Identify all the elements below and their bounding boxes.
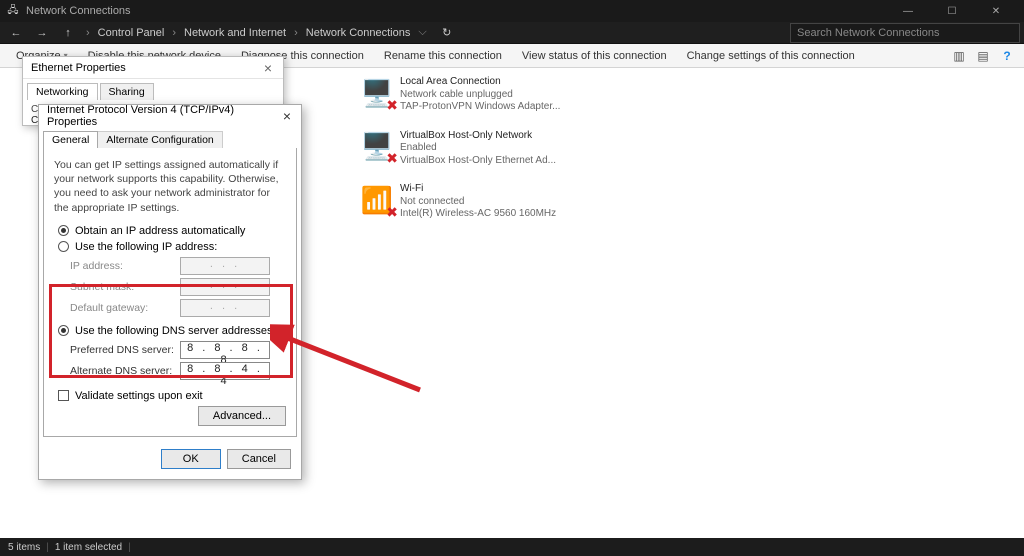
- cmd-view-status[interactable]: View status of this connection: [512, 44, 677, 68]
- label-default-gateway: Default gateway:: [70, 302, 180, 314]
- breadcrumb-control-panel[interactable]: Control Panel: [96, 27, 167, 39]
- status-selection: 1 item selected: [55, 542, 122, 553]
- connection-item[interactable]: 📶✖ Wi-Fi Not connected Intel(R) Wireless…: [360, 183, 520, 221]
- breadcrumb-network-internet[interactable]: Network and Internet: [182, 27, 288, 39]
- input-ip-address: . . .: [180, 257, 270, 275]
- maximize-button[interactable]: ☐: [930, 0, 974, 22]
- label-validate: Validate settings upon exit: [75, 390, 203, 402]
- nav-row: ← → ↑ › Control Panel › Network and Inte…: [0, 22, 1024, 44]
- ok-button[interactable]: OK: [161, 449, 221, 469]
- input-preferred-dns[interactable]: 8 . 8 . 8 . 8: [180, 341, 270, 359]
- status-badge-icon: ✖: [386, 204, 398, 222]
- minimize-button[interactable]: —: [886, 0, 930, 22]
- label-obtain-ip-auto: Obtain an IP address automatically: [75, 225, 245, 237]
- tab-general[interactable]: General: [43, 131, 98, 148]
- nav-forward-icon[interactable]: →: [30, 27, 54, 39]
- view-list-icon[interactable]: ▤: [972, 45, 994, 67]
- wifi-icon: 📶✖: [360, 183, 394, 217]
- advanced-button[interactable]: Advanced...: [198, 406, 286, 426]
- close-button[interactable]: ✕: [974, 0, 1018, 22]
- window-controls: — ☐ ✕: [886, 0, 1018, 22]
- breadcrumb-sep: ›: [82, 27, 94, 39]
- radio-obtain-ip-auto[interactable]: [58, 225, 69, 236]
- label-preferred-dns: Preferred DNS server:: [70, 344, 180, 356]
- search-input[interactable]: Search Network Connections: [790, 23, 1020, 43]
- address-chevron-icon[interactable]: ⌵: [414, 26, 430, 39]
- dialog-description: You can get IP settings assigned automat…: [54, 158, 286, 215]
- status-badge-icon: ✖: [386, 97, 398, 115]
- help-icon[interactable]: ?: [996, 45, 1018, 67]
- status-bar: 5 items | 1 item selected |: [0, 538, 1024, 556]
- breadcrumb-network-connections[interactable]: Network Connections: [304, 27, 413, 39]
- radio-use-following-dns[interactable]: [58, 325, 69, 336]
- connection-item[interactable]: 🖥️✖ Local Area Connection Network cable …: [360, 76, 520, 114]
- connection-icon: 🖥️✖: [360, 130, 394, 164]
- connection-item[interactable]: 🖥️✖ VirtualBox Host-Only Network Enabled…: [360, 130, 520, 168]
- input-default-gateway: . . .: [180, 299, 270, 317]
- dialog-title: Ethernet Properties: [31, 62, 126, 74]
- connection-status: Network cable unplugged: [400, 89, 560, 102]
- cmd-rename[interactable]: Rename this connection: [374, 44, 512, 68]
- dialog-title: Internet Protocol Version 4 (TCP/IPv4) P…: [47, 104, 273, 128]
- tab-sharing[interactable]: Sharing: [100, 83, 154, 100]
- label-ip-address: IP address:: [70, 260, 180, 272]
- nav-back-icon[interactable]: ←: [4, 27, 28, 39]
- breadcrumb-sep: ›: [290, 27, 302, 39]
- nav-up-icon[interactable]: ↑: [56, 27, 80, 39]
- label-alternate-dns: Alternate DNS server:: [70, 365, 180, 377]
- connection-status: Enabled: [400, 142, 556, 155]
- view-layout-icon[interactable]: ▥: [948, 45, 970, 67]
- network-connections-window: 🖧 Network Connections — ☐ ✕ ← → ↑ › Cont…: [0, 0, 1024, 556]
- ipv4-properties-dialog: Internet Protocol Version 4 (TCP/IPv4) P…: [38, 104, 302, 480]
- window-icon: 🖧: [6, 4, 20, 18]
- close-icon[interactable]: ×: [273, 108, 301, 124]
- connection-status: Not connected: [400, 196, 556, 209]
- connection-device: Intel(R) Wireless-AC 9560 160MHz: [400, 208, 556, 221]
- tab-alternate-config[interactable]: Alternate Configuration: [98, 131, 222, 148]
- window-title: Network Connections: [26, 5, 131, 17]
- connection-title: VirtualBox Host-Only Network: [400, 130, 556, 143]
- refresh-icon[interactable]: ↻: [437, 26, 457, 39]
- tab-networking[interactable]: Networking: [27, 83, 98, 100]
- label-use-following-dns: Use the following DNS server addresses:: [75, 325, 276, 337]
- search-placeholder: Search Network Connections: [797, 27, 939, 39]
- connection-device: TAP-ProtonVPN Windows Adapter...: [400, 101, 560, 114]
- connection-icon: 🖥️✖: [360, 76, 394, 110]
- checkbox-validate[interactable]: [58, 390, 69, 401]
- cmd-change-settings[interactable]: Change settings of this connection: [677, 44, 865, 68]
- status-badge-icon: ✖: [386, 150, 398, 168]
- status-items: 5 items: [8, 542, 40, 553]
- connection-title: Local Area Connection: [400, 76, 560, 89]
- radio-use-following-ip[interactable]: [58, 241, 69, 252]
- cancel-button[interactable]: Cancel: [227, 449, 291, 469]
- breadcrumb-sep: ›: [168, 27, 180, 39]
- close-icon[interactable]: ×: [253, 60, 283, 76]
- connection-device: VirtualBox Host-Only Ethernet Ad...: [400, 155, 556, 168]
- titlebar: 🖧 Network Connections — ☐ ✕: [0, 0, 1024, 22]
- label-use-following-ip: Use the following IP address:: [75, 241, 217, 253]
- label-subnet-mask: Subnet mask:: [70, 281, 180, 293]
- connection-title: Wi-Fi: [400, 183, 556, 196]
- input-subnet-mask: . . .: [180, 278, 270, 296]
- input-alternate-dns[interactable]: 8 . 8 . 4 . 4: [180, 362, 270, 380]
